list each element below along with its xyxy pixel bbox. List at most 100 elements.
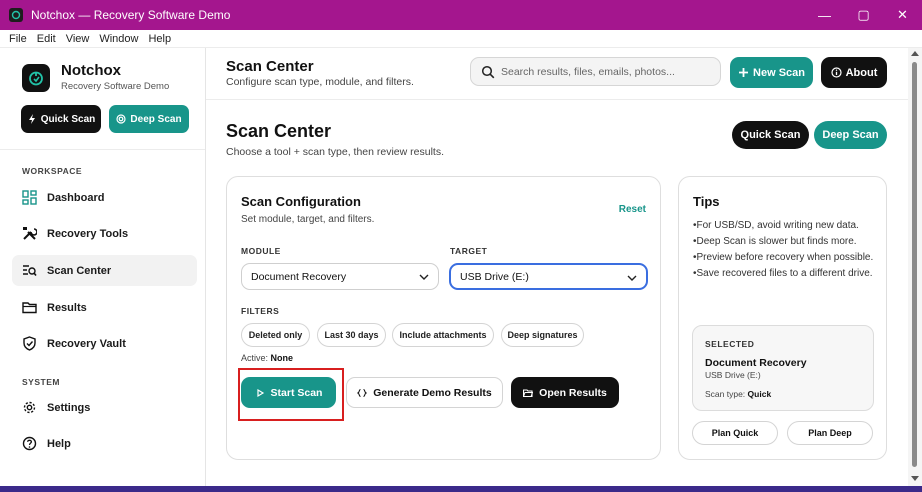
deep-scan-button[interactable]: Deep Scan: [814, 121, 887, 149]
selected-summary: SELECTED Document Recovery USB Drive (E:…: [692, 325, 874, 411]
module-select[interactable]: Document Recovery: [241, 263, 439, 290]
generate-demo-results-button[interactable]: Generate Demo Results: [346, 377, 503, 408]
header-title: Scan Center: [226, 58, 314, 75]
page-subtitle: Choose a tool + scan type, then review r…: [226, 146, 444, 158]
sidebar-divider: [0, 149, 205, 150]
dashboard-icon: [22, 190, 37, 205]
scan-type-value: Quick: [747, 389, 772, 399]
bolt-icon: [28, 114, 35, 124]
active-filters-value: None: [270, 353, 294, 363]
header-divider: [206, 99, 908, 100]
tip-item: Deep Scan is slower but finds more.: [693, 234, 879, 250]
reset-link[interactable]: Reset: [619, 204, 646, 215]
new-scan-label: New Scan: [753, 66, 805, 79]
selected-label: SELECTED: [705, 339, 755, 349]
plus-icon: [739, 68, 749, 77]
module-value: Document Recovery: [251, 270, 347, 283]
filter-deleted-only[interactable]: Deleted only: [241, 323, 310, 347]
active-filters: Active: None: [241, 353, 293, 363]
sidebar-item-label: Settings: [47, 401, 91, 414]
sidebar-quick-scan-button[interactable]: Quick Scan: [21, 105, 101, 133]
play-icon: [256, 388, 264, 397]
tips-title: Tips: [693, 194, 720, 209]
target-icon: [116, 114, 127, 124]
card-title: Scan Configuration: [241, 194, 361, 209]
scan-configuration-card: Scan Configuration Set module, target, a…: [226, 176, 661, 460]
menu-file[interactable]: File: [4, 33, 32, 45]
tips-list: For USB/SD, avoid writing new data. Deep…: [693, 218, 879, 282]
menu-window[interactable]: Window: [94, 33, 143, 45]
about-button[interactable]: About: [821, 57, 887, 88]
tip-item: Save recovered files to a different driv…: [693, 266, 879, 282]
sidebar-deep-scan-button[interactable]: Deep Scan: [109, 105, 189, 133]
menu-edit[interactable]: Edit: [32, 33, 61, 45]
tip-item: Preview before recovery when possible.: [693, 250, 879, 266]
filter-deep-signatures[interactable]: Deep signatures: [501, 323, 584, 347]
shield-icon: [23, 336, 36, 351]
sidebar-item-recovery-tools[interactable]: Recovery Tools: [12, 218, 197, 249]
gear-icon: [23, 401, 36, 414]
about-label: About: [845, 66, 878, 79]
target-select[interactable]: USB Drive (E:): [449, 263, 648, 290]
close-button[interactable]: ✕: [883, 0, 922, 30]
module-label: MODULE: [241, 246, 281, 256]
filter-include-attachments[interactable]: Include attachments: [392, 323, 494, 347]
sidebar-item-label: Recovery Vault: [47, 337, 126, 350]
info-icon: [831, 67, 842, 78]
target-value: USB Drive (E:): [460, 270, 529, 283]
plan-quick-button[interactable]: Plan Quick: [692, 421, 778, 445]
start-scan-button[interactable]: Start Scan: [241, 377, 336, 408]
scroll-thumb[interactable]: [912, 62, 917, 467]
search-box[interactable]: [470, 57, 721, 86]
title-bar: Notchox — Recovery Software Demo — ▢ ✕: [0, 0, 922, 30]
target-label: TARGET: [450, 246, 488, 256]
active-filters-label: Active:: [241, 353, 269, 363]
sidebar-deep-scan-label: Deep Scan: [130, 113, 182, 125]
app-icon: [9, 8, 23, 22]
filter-last-30-days[interactable]: Last 30 days: [317, 323, 386, 347]
tools-icon: [23, 227, 37, 240]
code-braces-icon: [357, 388, 368, 397]
menu-view[interactable]: View: [61, 33, 95, 45]
sidebar-item-label: Recovery Tools: [47, 227, 129, 240]
sidebar-item-dashboard[interactable]: Dashboard: [12, 182, 197, 213]
card-subtitle: Set module, target, and filters.: [241, 214, 375, 225]
header-subtitle: Configure scan type, module, and filters…: [226, 76, 414, 88]
search-input[interactable]: [501, 65, 711, 78]
scroll-up-arrow-icon[interactable]: [911, 51, 919, 56]
scan-type-label: Scan type:: [705, 389, 746, 399]
open-results-button[interactable]: Open Results: [511, 377, 619, 408]
brand-subtitle: Recovery Software Demo: [61, 81, 170, 92]
vertical-scrollbar[interactable]: [908, 48, 922, 486]
menu-help[interactable]: Help: [143, 33, 176, 45]
brand-logo-icon: [22, 63, 50, 92]
sidebar-item-label: Results: [47, 301, 87, 314]
sidebar-item-settings[interactable]: Settings: [12, 392, 197, 423]
quick-scan-button[interactable]: Quick Scan: [732, 121, 809, 149]
minimize-button[interactable]: —: [805, 0, 844, 30]
sidebar-item-results[interactable]: Results: [12, 292, 197, 323]
section-workspace: WORKSPACE: [22, 166, 83, 176]
help-icon: [22, 436, 37, 451]
new-scan-button[interactable]: New Scan: [730, 57, 813, 88]
sidebar-item-help[interactable]: Help: [12, 428, 197, 459]
scroll-down-arrow-icon[interactable]: [911, 476, 919, 481]
brand-name: Notchox: [61, 62, 121, 79]
maximize-button[interactable]: ▢: [844, 0, 883, 30]
sidebar-item-label: Scan Center: [47, 264, 112, 277]
sidebar-item-label: Help: [47, 437, 71, 450]
brand: Notchox Recovery Software Demo: [22, 62, 169, 93]
tips-card: Tips For USB/SD, avoid writing new data.…: [678, 176, 887, 460]
sidebar-item-scan-center[interactable]: Scan Center: [12, 255, 197, 286]
sidebar-item-recovery-vault[interactable]: Recovery Vault: [12, 328, 197, 359]
plan-deep-button[interactable]: Plan Deep: [787, 421, 873, 445]
selected-scan-type: Scan type: Quick: [705, 389, 771, 399]
open-results-label: Open Results: [539, 386, 607, 399]
chevron-down-icon: [419, 274, 429, 280]
section-system: SYSTEM: [22, 377, 60, 387]
scan-list-icon: [23, 265, 37, 276]
selected-module: Document Recovery: [705, 357, 807, 369]
generate-demo-results-label: Generate Demo Results: [373, 386, 492, 399]
filters-label: FILTERS: [241, 306, 280, 316]
page-title: Scan Center: [226, 121, 332, 141]
